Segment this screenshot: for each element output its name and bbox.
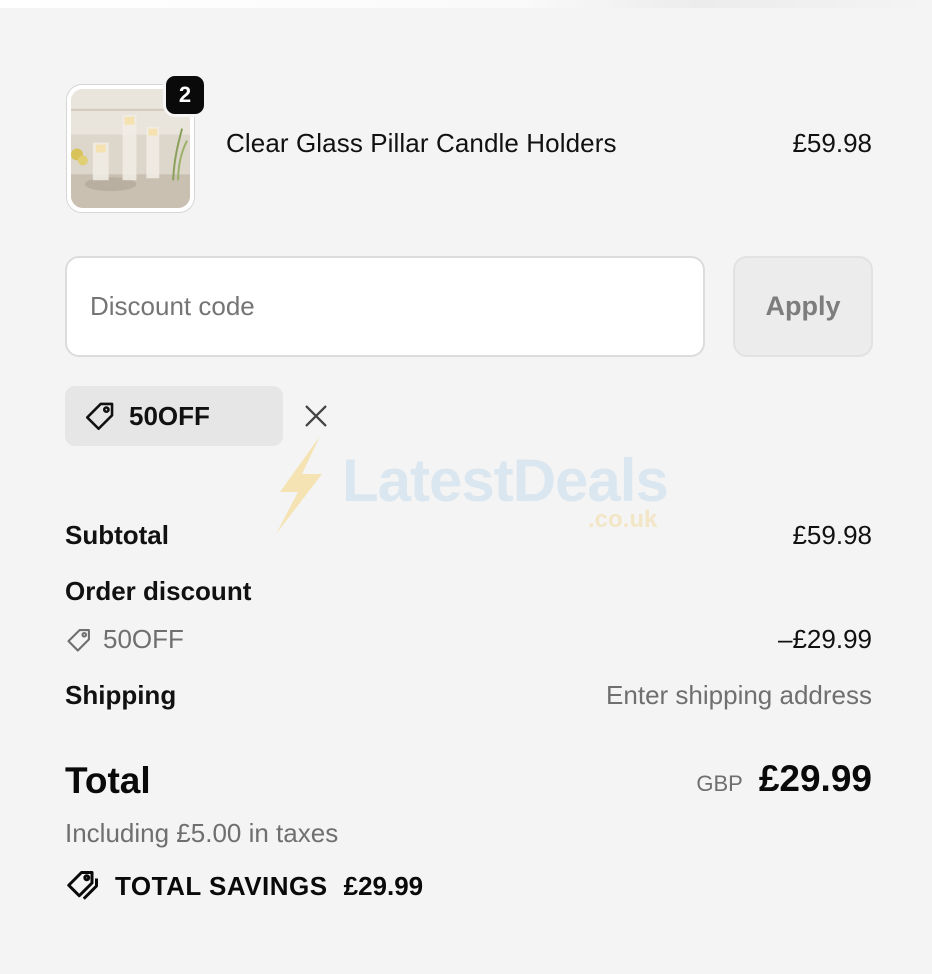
total-savings-label: TOTAL SAVINGS	[115, 870, 328, 901]
remove-discount-close-icon[interactable]	[302, 402, 330, 430]
total-savings-row: TOTAL SAVINGS £29.99	[65, 868, 423, 904]
order-discount-code: 50OFF	[103, 624, 184, 654]
order-discount-code-row: 50OFF	[65, 624, 184, 655]
tag-icon	[67, 628, 90, 652]
taxes-note: Including £5.00 in taxes	[65, 818, 339, 848]
subtotal-value: £59.98	[792, 520, 872, 550]
shipping-value: Enter shipping address	[606, 680, 872, 710]
tag-icon	[85, 402, 114, 431]
watermark-logo: LatestDeals .co.uk	[270, 436, 670, 536]
applied-discount-code: 50OFF	[129, 400, 210, 431]
total-amount: £29.99	[758, 758, 872, 799]
discount-code-input[interactable]	[65, 256, 705, 357]
applied-discount-chip: 50OFF	[65, 386, 327, 446]
order-discount-value: –£29.99	[778, 624, 872, 654]
watermark-name: LatestDeals	[342, 447, 669, 514]
order-discount-label: Order discount	[65, 576, 252, 606]
apply-button[interactable]: Apply	[733, 256, 873, 357]
watermark-domain: .co.uk	[588, 506, 658, 533]
lightning-bolt-icon	[276, 436, 322, 534]
quantity-badge: 2	[163, 73, 207, 117]
total-amount-group: GBP £29.99	[696, 758, 872, 800]
product-name: Clear Glass Pillar Candle Holders	[226, 128, 617, 158]
total-savings-amount: £29.99	[343, 870, 424, 901]
total-currency: GBP	[696, 771, 743, 796]
subtotal-label: Subtotal	[65, 520, 169, 550]
shipping-label: Shipping	[65, 680, 177, 710]
top-edge	[0, 0, 932, 8]
product-price: £59.98	[792, 128, 872, 158]
total-label: Total	[65, 760, 151, 801]
tags-icon	[67, 871, 98, 900]
